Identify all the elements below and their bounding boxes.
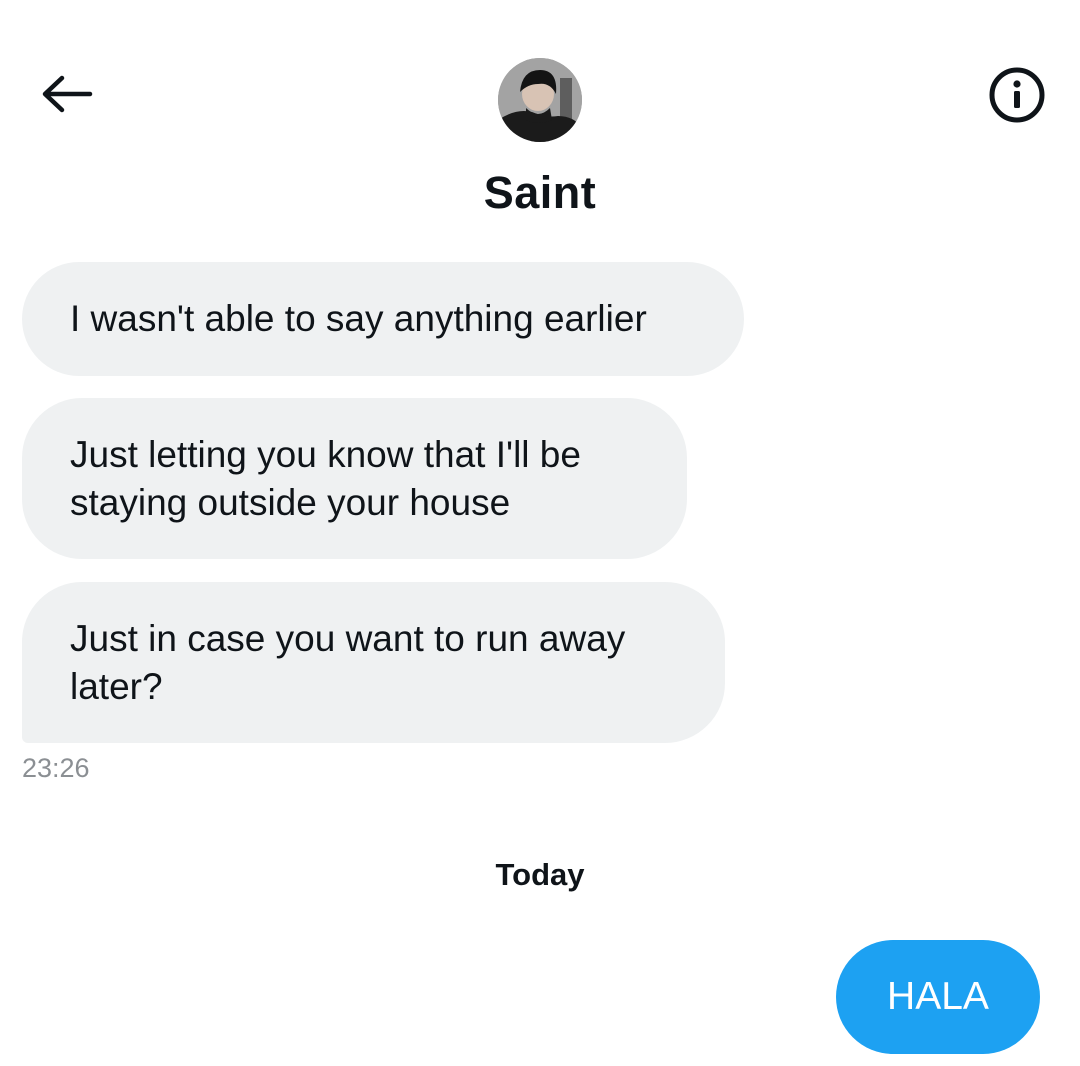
sent-message[interactable]: HALA [836,940,1040,1054]
back-button[interactable] [34,68,98,124]
arrow-left-icon [38,73,94,120]
message-text: Just in case you want to run away later? [70,617,626,707]
received-message[interactable]: I wasn't able to say anything earlier [22,262,744,376]
message-text: HALA [887,975,989,1018]
message-timestamp: 23:26 [22,753,90,783]
info-button[interactable] [984,64,1050,130]
day-divider: Today [495,857,585,892]
received-message[interactable]: Just in case you want to run away later? [22,582,725,743]
contact-name[interactable]: Saint [0,165,1080,221]
message-text: I wasn't able to say anything earlier [70,298,647,339]
contact-avatar[interactable] [498,58,582,142]
received-message[interactable]: Just letting you know that I'll be stayi… [22,398,687,559]
message-text: Just letting you know that I'll be stayi… [70,433,581,523]
info-circle-icon [988,66,1046,129]
